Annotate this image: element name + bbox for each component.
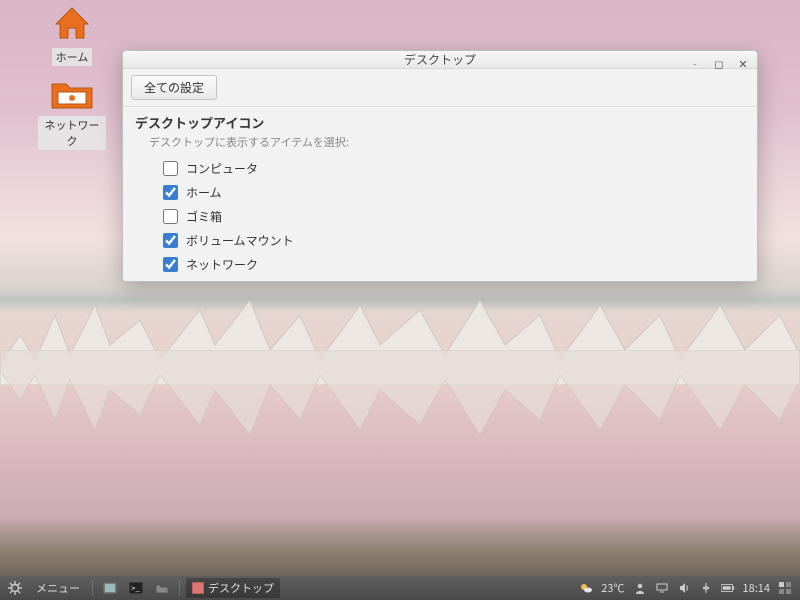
menu-button[interactable]: メニュー: [30, 578, 86, 598]
taskbar-right: 23℃ 18:14: [579, 580, 796, 596]
window-minimize-button[interactable]: ‐: [687, 56, 703, 72]
checkbox-0[interactable]: [163, 161, 178, 176]
checkbox-row: ネットワーク: [163, 252, 745, 276]
checkbox-row: ホーム: [163, 180, 745, 204]
svg-text:>_: >_: [131, 583, 140, 594]
user-tray-icon[interactable]: [633, 581, 647, 595]
desktop-icon-home-label: ホーム: [52, 48, 93, 66]
taskbar-left: メニュー >_ デスクトップ: [4, 578, 280, 598]
terminal-launcher[interactable]: >_: [125, 578, 147, 598]
desktop-icon-network-label: ネットワーク: [38, 116, 106, 150]
window-title: デスクトップ: [404, 51, 476, 68]
weather-icon[interactable]: [579, 581, 593, 595]
home-icon: [52, 6, 92, 42]
checkbox-label: ネットワーク: [186, 256, 258, 273]
workspace-switcher-icon[interactable]: [778, 581, 792, 595]
taskbar-divider: [92, 580, 93, 596]
checkbox-label: ホーム: [186, 184, 222, 201]
window-maximize-button[interactable]: ◻: [711, 56, 727, 72]
taskbar-app-label: デスクトップ: [208, 580, 274, 596]
checkbox-row: コンピュータ: [163, 156, 745, 180]
window-close-button[interactable]: ✕: [735, 56, 751, 72]
section-subtitle: デスクトップに表示するアイテムを選択:: [149, 134, 745, 150]
settings-window: デスクトップ ‐ ◻ ✕ 全ての設定 デスクトップアイコン デスクトップに表示す…: [122, 50, 758, 282]
checkbox-label: ボリュームマウント: [186, 232, 294, 249]
section-title: デスクトップアイコン: [135, 113, 745, 132]
taskbar-divider: [179, 580, 180, 596]
checkbox-label: ゴミ箱: [186, 208, 222, 225]
weather-temp[interactable]: 23℃: [601, 580, 624, 596]
checkbox-row: ボリュームマウント: [163, 228, 745, 252]
network-tray-icon[interactable]: [699, 581, 713, 595]
system-menu-icon[interactable]: [4, 578, 26, 598]
checkbox-1[interactable]: [163, 185, 178, 200]
window-titlebar[interactable]: デスクトップ ‐ ◻ ✕: [123, 51, 757, 69]
network-folder-icon: [50, 78, 94, 110]
wallpaper-shoreline: [0, 516, 800, 576]
taskbar: メニュー >_ デスクトップ 23℃: [0, 576, 800, 600]
desktop-icon-network[interactable]: ネットワーク: [38, 78, 106, 150]
checkbox-4[interactable]: [163, 257, 178, 272]
checkbox-row: ゴミ箱: [163, 204, 745, 228]
checkbox-3[interactable]: [163, 233, 178, 248]
show-desktop-button[interactable]: [99, 578, 121, 598]
menu-label: メニュー: [36, 580, 80, 596]
window-controls: ‐ ◻ ✕: [687, 56, 751, 72]
desktop-icon-home[interactable]: ホーム: [38, 6, 106, 66]
all-settings-button[interactable]: 全ての設定: [131, 75, 217, 100]
clock[interactable]: 18:14: [743, 580, 770, 596]
window-content: デスクトップアイコン デスクトップに表示するアイテムを選択: コンピュータホーム…: [123, 107, 757, 286]
display-tray-icon[interactable]: [655, 581, 669, 595]
files-launcher[interactable]: [151, 578, 173, 598]
app-desktop-icon: [192, 582, 204, 594]
checkbox-2[interactable]: [163, 209, 178, 224]
volume-tray-icon[interactable]: [677, 581, 691, 595]
battery-tray-icon[interactable]: [721, 581, 735, 595]
checkbox-list: コンピュータホームゴミ箱ボリュームマウントネットワーク: [135, 156, 745, 276]
checkbox-label: コンピュータ: [186, 160, 258, 177]
window-toolbar: 全ての設定: [123, 69, 757, 107]
taskbar-app-desktop[interactable]: デスクトップ: [186, 578, 280, 598]
